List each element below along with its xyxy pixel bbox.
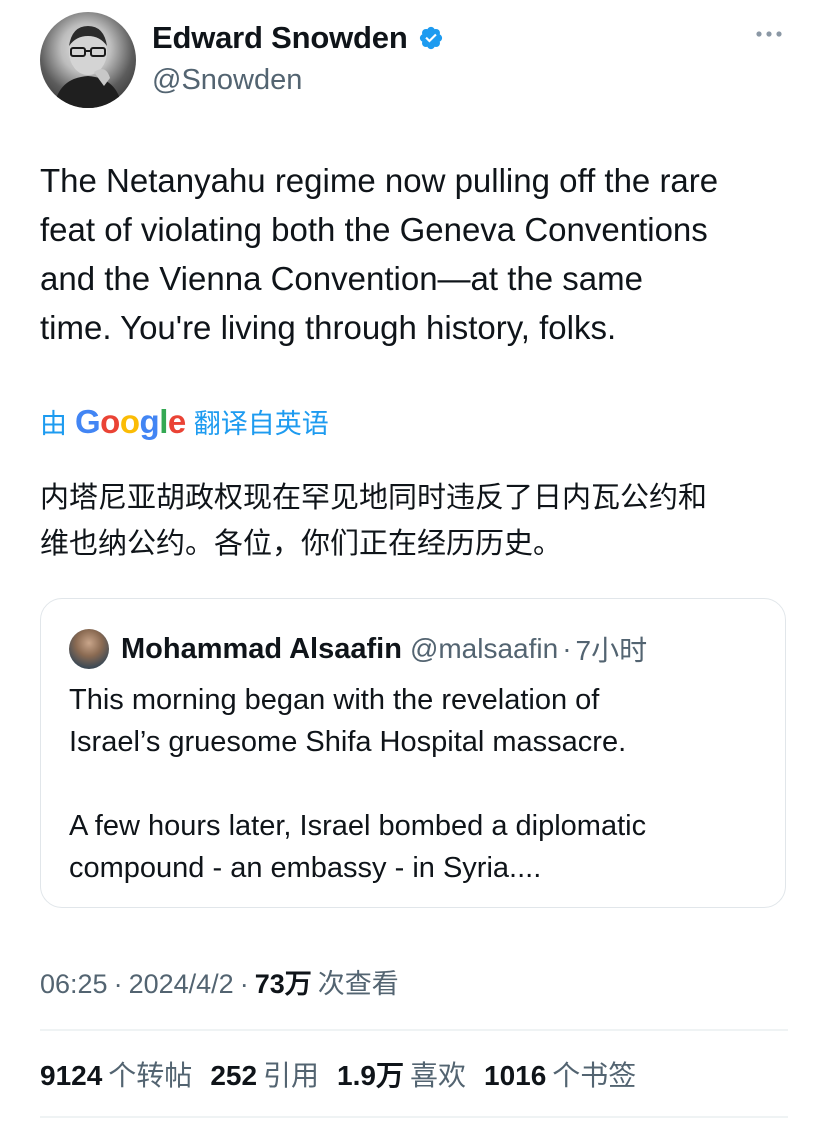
likes-count: 1.9万 [337, 1060, 404, 1091]
google-logo: Google [75, 402, 186, 440]
quoted-author-name: Mohammad Alsaafin [121, 632, 402, 665]
quoted-author-avatar [69, 629, 109, 669]
translation-attribution[interactable]: 由 Google 翻译自英语 [40, 402, 329, 441]
verified-badge-icon [419, 26, 442, 50]
bookmarks-label: 个书签 [552, 1060, 637, 1091]
likes-stat[interactable]: 1.9万 喜欢 [337, 1054, 466, 1094]
quoted-tweet-card[interactable]: Mohammad Alsaafin @malsaafin · 7小时 This … [40, 598, 786, 908]
quoted-timestamp: 7小时 [575, 635, 648, 666]
author-name-row: Edward Snowden [152, 20, 444, 56]
author-avatar[interactable] [40, 12, 136, 108]
tweet-text: The Netanyahu regime now pulling off the… [40, 162, 719, 346]
quoted-separator: · [562, 633, 572, 664]
tweet-header: Edward Snowden @Snowden [40, 12, 788, 112]
more-options-button[interactable] [754, 24, 784, 44]
tweet-date[interactable]: 2024/4/2 [129, 969, 234, 1000]
meta-separator: · [239, 969, 249, 999]
quoted-author-handle: @malsaafin [409, 633, 559, 664]
translated-tweet-text: 内塔尼亚胡政权现在罕见地同时违反了日内瓦公约和 维也纳公约。各位，你们正在经历历… [40, 480, 708, 560]
bookmarks-stat[interactable]: 1016 个书签 [484, 1054, 636, 1094]
quotes-label: 引用 [263, 1060, 320, 1091]
translation-prefix: 由 [40, 409, 67, 439]
view-count-label: 次查看 [317, 969, 399, 999]
author-name[interactable]: Edward Snowden [152, 20, 408, 56]
quoted-tweet-header: Mohammad Alsaafin @malsaafin · 7小时 [69, 629, 647, 669]
tweet-meta: 06:25 · 2024/4/2 · 73万 次查看 [40, 962, 399, 1001]
bookmarks-count: 1016 [484, 1060, 547, 1091]
divider [40, 1029, 788, 1031]
engagement-stats: 9124 个转帖 252 引用 1.9万 喜欢 1016 个书签 [40, 1054, 636, 1094]
tweet-time[interactable]: 06:25 [40, 969, 108, 1000]
translation-suffix: 翻译自英语 [193, 409, 329, 439]
meta-separator: · [113, 969, 123, 999]
quoted-tweet-text: This morning began with the revelation o… [69, 684, 647, 884]
more-horizontal-icon [756, 31, 782, 37]
retweets-stat[interactable]: 9124 个转帖 [40, 1054, 192, 1094]
likes-label: 喜欢 [409, 1060, 466, 1091]
author-handle[interactable]: @Snowden [152, 64, 302, 97]
retweets-count: 9124 [40, 1060, 103, 1091]
divider [40, 1116, 788, 1118]
retweets-label: 个转帖 [108, 1060, 193, 1091]
view-count: 73万 [254, 969, 312, 999]
quotes-stat[interactable]: 252 引用 [210, 1054, 319, 1094]
quotes-count: 252 [210, 1060, 258, 1091]
